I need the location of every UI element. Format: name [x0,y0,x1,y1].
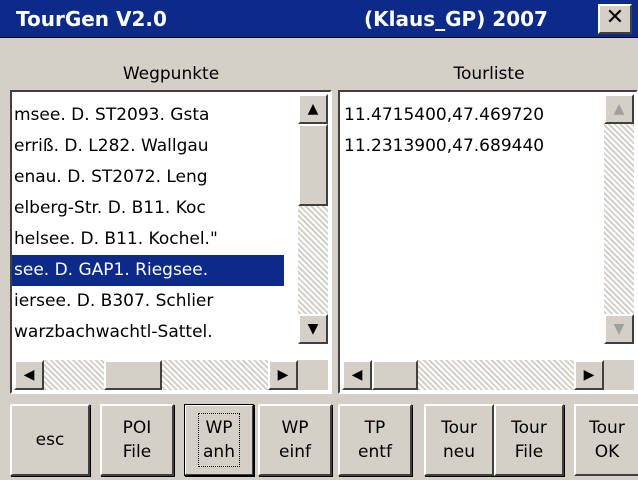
scroll-up-button[interactable]: ▲ [298,94,328,124]
down-arrow-icon: ▼ [307,321,319,337]
author-label: (Klaus_GP) 2007 [364,7,548,31]
scrollbar-corner [604,360,634,390]
waypoint-item-selected[interactable]: see. D. GAP1. Riegsee. [12,255,284,286]
waypoints-horizontal-scrollbar[interactable]: ◀ ▶ [14,360,298,390]
tour-point-item[interactable]: 11.2313900,47.689440 [340,131,612,162]
scroll-down-button[interactable]: ▼ [604,314,634,344]
wp-einf-button[interactable]: WP einf [258,404,332,476]
focus-rect: WP anh [198,413,240,467]
tourlist-rows: 11.4715400,47.469720 11.2313900,47.68944… [340,100,612,162]
tour-file-button[interactable]: Tour File [494,404,564,476]
tour-neu-button[interactable]: Tour neu [424,404,494,476]
tour-ok-line1: Tour [589,418,625,438]
esc-button[interactable]: esc [10,404,90,476]
right-arrow-icon: ▶ [277,367,289,383]
wp-einf-line2: einf [279,442,311,462]
tour-ok-line2: OK [594,442,620,462]
down-arrow-icon: ▼ [613,321,625,337]
waypoint-item[interactable]: erriß. D. L282. Wallgau [12,131,284,162]
tour-point-item[interactable]: 11.4715400,47.469720 [340,100,612,131]
tourlist-heading: Tourliste [453,64,525,84]
waypoints-heading: Wegpunkte [122,64,220,84]
scrollbar-corner [298,360,328,390]
esc-button-label: esc [35,430,65,450]
waypoint-item[interactable]: msee. D. ST2093. Gsta [12,100,284,131]
scroll-left-button[interactable]: ◀ [342,360,372,390]
poi-file-button[interactable]: POI File [100,404,174,476]
tp-entf-line1: TP [364,418,386,438]
close-icon: ✕ [605,5,625,30]
scroll-left-button[interactable]: ◀ [14,360,44,390]
waypoints-rows: msee. D. ST2093. Gsta erriß. D. L282. Wa… [12,100,284,348]
waypoint-item[interactable]: elberg-Str. D. B11. Koc [12,193,284,224]
scroll-right-button[interactable]: ▶ [574,360,604,390]
scroll-up-button[interactable]: ▲ [604,94,634,124]
wp-einf-line1: WP [281,418,309,438]
waypoints-list[interactable]: msee. D. ST2093. Gsta erriß. D. L282. Wa… [10,90,332,394]
tp-entf-button[interactable]: TP entf [338,404,412,476]
tour-neu-line1: Tour [441,418,477,438]
tour-file-line2: File [514,442,544,462]
wp-anh-line2: anh [203,442,235,462]
tour-file-line1: Tour [511,418,547,438]
waypoint-item[interactable]: iersee. D. B307. Schlier [12,286,284,317]
tourlist-horizontal-scrollbar[interactable]: ◀ ▶ [342,360,604,390]
poi-file-line1: POI [122,418,152,438]
vertical-scroll-thumb[interactable] [298,124,328,206]
tourlist-vertical-scrollbar[interactable]: ▲ ▼ [604,94,634,344]
scroll-right-button[interactable]: ▶ [268,360,298,390]
up-arrow-icon: ▲ [307,101,319,117]
waypoint-item[interactable]: enau. D. ST2072. Leng [12,162,284,193]
tourlist-list[interactable]: 11.4715400,47.469720 11.2313900,47.68944… [338,90,638,394]
waypoint-item[interactable]: helsee. D. B11. Kochel." [12,224,284,255]
title-bar: TourGen V2.0 (Klaus_GP) 2007 ✕ [0,0,638,38]
waypoint-item[interactable]: warzbachwachtl-Sattel. [12,317,284,348]
left-arrow-icon: ◀ [23,367,35,383]
horizontal-scroll-thumb[interactable] [104,360,162,390]
close-button[interactable]: ✕ [598,4,632,34]
horizontal-scroll-thumb[interactable] [372,360,418,390]
up-arrow-icon: ▲ [613,101,625,117]
left-arrow-icon: ◀ [351,367,363,383]
waypoints-vertical-scrollbar[interactable]: ▲ ▼ [298,94,328,344]
tour-ok-button[interactable]: Tour OK [574,404,638,476]
poi-file-line2: File [122,442,152,462]
scroll-down-button[interactable]: ▼ [298,314,328,344]
right-arrow-icon: ▶ [583,367,595,383]
tp-entf-line2: entf [358,442,392,462]
app-title: TourGen V2.0 [16,7,167,31]
wp-anh-line1: WP [205,418,233,438]
tour-neu-line2: neu [442,442,475,462]
wp-anh-button[interactable]: WP anh [184,404,254,476]
